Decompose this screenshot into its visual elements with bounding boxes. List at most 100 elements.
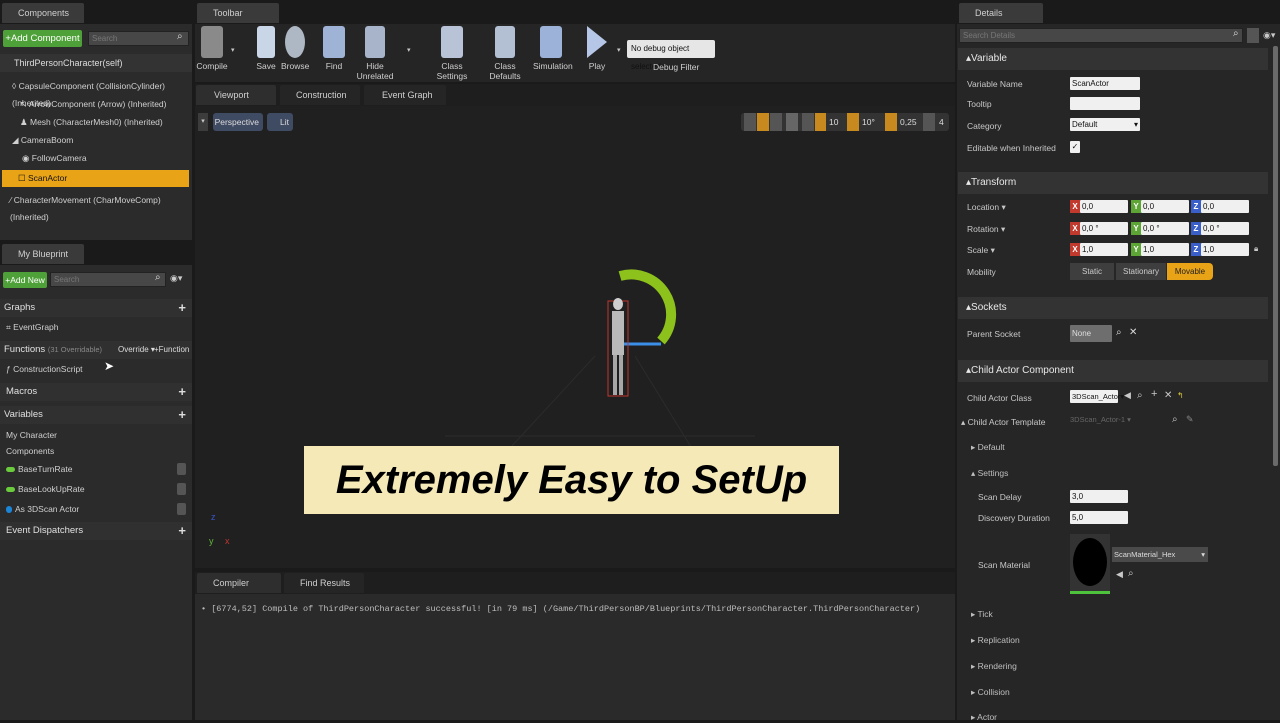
scale-snap-value[interactable]: 0,25 — [900, 117, 917, 127]
use-selected-icon[interactable]: ◀ — [1116, 569, 1123, 580]
view-options-icon[interactable]: ◉▾ — [170, 273, 182, 284]
child-actor-class-dropdown[interactable]: 3DScan_Actor▾ — [1070, 390, 1124, 403]
add-macro-icon[interactable]: + — [178, 383, 186, 401]
actor-group[interactable]: ▸ Actor — [971, 712, 997, 723]
surface-snap-icon[interactable] — [802, 113, 814, 131]
tab-toolbar[interactable]: Toolbar — [197, 3, 279, 23]
tree-item-mesh[interactable]: ♟ Mesh (CharacterMesh0) (Inherited) — [0, 114, 190, 131]
perspective-button[interactable]: Perspective — [213, 113, 263, 131]
hide-unrelated-options-icon[interactable]: ▾ — [407, 46, 411, 54]
browse-icon[interactable]: ⌕ — [1137, 390, 1143, 401]
rotate-icon[interactable] — [757, 113, 769, 131]
tab-find-results[interactable]: Find Results — [284, 573, 364, 593]
add-dispatcher-icon[interactable]: + — [178, 522, 186, 540]
tooltip-input[interactable] — [1070, 97, 1140, 110]
tree-item-arrow[interactable]: ↖ ArrowComponent (Arrow) (Inherited) — [0, 96, 190, 113]
location-y-input[interactable]: 0,0 — [1141, 200, 1189, 213]
rotation-snap-icon[interactable] — [847, 113, 859, 131]
simulation-button[interactable]: Simulation — [533, 26, 573, 71]
compile-options-icon[interactable]: ▾ — [231, 46, 235, 54]
debug-object-dropdown[interactable]: No debug object selected▾ — [627, 40, 715, 71]
scale-z-input[interactable]: 1,0 — [1201, 243, 1249, 256]
default-group[interactable]: ▸ Default — [971, 442, 1005, 453]
camera-speed-value[interactable]: 4 — [939, 117, 944, 127]
tick-group[interactable]: ▸ Tick — [971, 609, 993, 620]
world-icon[interactable] — [786, 113, 798, 131]
variable-item[interactable]: BaseLookUpRate — [0, 480, 190, 498]
grid-snap-icon[interactable] — [815, 113, 826, 131]
visibility-icon[interactable] — [177, 503, 186, 515]
settings-group[interactable]: ▴ Settings — [971, 468, 1008, 479]
location-z-input[interactable]: 0,0 — [1201, 200, 1249, 213]
self-label[interactable]: ThirdPersonCharacter(self) — [0, 54, 192, 72]
discovery-duration-input[interactable]: 5,0 — [1070, 511, 1128, 524]
mobility-static-button[interactable]: Static — [1070, 263, 1114, 280]
variable-item[interactable]: As 3DScan Actor — [0, 500, 190, 518]
visibility-icon[interactable] — [177, 463, 186, 475]
tree-item-cameraboom[interactable]: ◢ CameraBoom — [0, 132, 190, 149]
use-selected-icon[interactable]: ◀ — [1124, 390, 1131, 401]
property-matrix-icon[interactable] — [1247, 28, 1259, 43]
section-graphs[interactable]: Graphs + — [0, 299, 192, 317]
tab-details[interactable]: Details — [959, 3, 1043, 23]
arrow-icon[interactable]: ↰ — [1177, 391, 1184, 400]
play-button[interactable]: Play — [583, 26, 611, 71]
section-variables[interactable]: Variables + — [0, 406, 192, 424]
scan-material-dropdown[interactable]: ScanMaterial_Hex ▾ — [1112, 547, 1208, 562]
grid-snap-value[interactable]: 10 — [829, 117, 838, 127]
tab-my-blueprint[interactable]: My Blueprint — [2, 244, 84, 264]
clear-icon[interactable]: ✕ — [1129, 327, 1137, 338]
clear-icon[interactable]: ✕ — [1164, 390, 1172, 401]
add-new-button[interactable]: +Add New — [3, 272, 47, 288]
scan-delay-input[interactable]: 3,0 — [1070, 490, 1128, 503]
tab-compiler-results[interactable]: Compiler Results — [197, 573, 281, 608]
edit-icon[interactable]: ✎ — [1186, 414, 1194, 425]
camera-speed-icon[interactable] — [923, 113, 935, 131]
tab-components[interactable]: Components — [2, 3, 84, 23]
add-component-button[interactable]: +Add Component — [3, 30, 82, 47]
tab-viewport[interactable]: Viewport — [196, 85, 276, 105]
visibility-icon[interactable] — [177, 483, 186, 495]
child-actor-template-dropdown[interactable]: 3DScan_Actor-1 ▾ — [1070, 415, 1168, 428]
translate-icon[interactable] — [744, 113, 756, 131]
tree-item-followcamera[interactable]: ◉ FollowCamera — [0, 150, 190, 167]
location-label[interactable]: Location ▾ — [967, 202, 1006, 213]
viewport[interactable]: z y x ▾ Perspective Lit 10 10° 0,25 4 Ex… — [195, 106, 955, 568]
section-sockets[interactable]: ▴Sockets — [958, 297, 1268, 319]
find-button[interactable]: Find — [321, 26, 347, 71]
details-search-input[interactable]: Search Details — [959, 28, 1243, 43]
compile-button[interactable]: Compile — [195, 26, 229, 71]
section-child-actor[interactable]: ▴Child Actor Component — [958, 360, 1268, 382]
override-dropdown[interactable]: Override ▾ — [118, 345, 155, 354]
scale-icon[interactable] — [770, 113, 782, 131]
rendering-group[interactable]: ▸ Rendering — [971, 661, 1017, 672]
browse-icon[interactable]: ⌕ — [1128, 568, 1134, 579]
location-x-input[interactable]: 0,0 — [1080, 200, 1128, 213]
add-icon[interactable]: + — [1151, 388, 1157, 400]
variable-name-input[interactable]: ScanActor — [1070, 77, 1140, 90]
add-variable-icon[interactable]: + — [178, 406, 186, 424]
category-components[interactable]: Components — [0, 442, 190, 460]
save-button[interactable]: Save — [253, 26, 279, 71]
collision-group[interactable]: ▸ Collision — [971, 687, 1010, 698]
rotation-z-input[interactable]: 0,0 ° — [1201, 222, 1249, 235]
add-graph-icon[interactable]: + — [178, 299, 186, 317]
blueprint-search-input[interactable]: Search — [50, 272, 166, 287]
view-options-icon[interactable]: ◉▾ — [1263, 30, 1275, 41]
hide-unrelated-button[interactable]: Hide Unrelated — [351, 26, 399, 81]
scale-x-input[interactable]: 1,0 — [1080, 243, 1128, 256]
mobility-movable-button[interactable]: Movable — [1167, 263, 1213, 280]
tree-item-capsule[interactable]: ◊ CapsuleComponent (CollisionCylinder) (… — [0, 78, 190, 108]
scale-y-input[interactable]: 1,0 — [1141, 243, 1189, 256]
section-event-dispatchers[interactable]: Event Dispatchers + — [0, 522, 192, 540]
browse-button[interactable]: Browse — [281, 26, 309, 71]
construction-script-item[interactable]: ƒ ConstructionScript — [0, 361, 190, 378]
tab-construction-script[interactable]: Construction Script — [280, 85, 360, 120]
tab-event-graph[interactable]: Event Graph — [364, 85, 446, 105]
details-scrollbar[interactable] — [1273, 46, 1278, 466]
search-icon[interactable]: ⌕ — [1116, 327, 1122, 338]
play-options-icon[interactable]: ▾ — [617, 46, 621, 54]
search-icon[interactable]: ⌕ — [1172, 414, 1178, 425]
components-search-input[interactable]: Search — [88, 31, 189, 46]
tree-item-charactermovement[interactable]: ⁄ CharacterMovement (CharMoveComp) (Inhe… — [0, 192, 190, 222]
